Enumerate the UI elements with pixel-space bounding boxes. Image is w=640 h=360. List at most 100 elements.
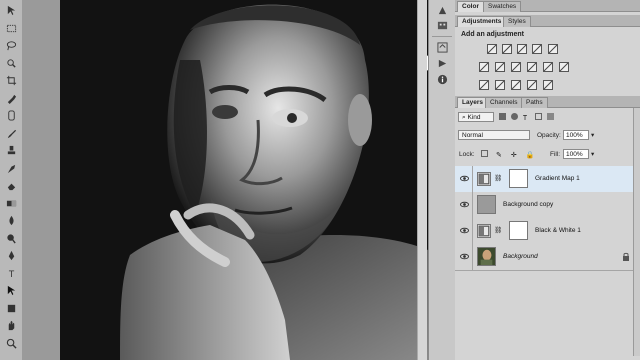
type-filter-icon[interactable]: T — [523, 115, 530, 122]
layer-mask-thumbnail[interactable] — [509, 169, 528, 188]
lock-icon — [622, 252, 630, 261]
eye-icon[interactable] — [460, 252, 469, 261]
hand-tool-icon[interactable] — [3, 319, 19, 332]
shape-tool-icon[interactable] — [3, 302, 19, 315]
lock-options: ✎ ✛ 🔒 — [481, 150, 535, 159]
layer-name: Gradient Map 1 — [535, 175, 580, 182]
layer-row[interactable]: Background copy — [455, 192, 640, 219]
tab-color[interactable]: Color — [457, 1, 484, 12]
shape-filter-icon[interactable] — [534, 113, 542, 120]
quick-select-tool-icon[interactable] — [3, 57, 19, 70]
chain-link-icon[interactable]: ⛓ — [494, 226, 502, 234]
layers-scrollbar[interactable] — [633, 108, 640, 356]
pixel-filter-icon[interactable] — [499, 113, 506, 120]
move-tool-icon[interactable] — [3, 4, 19, 17]
layer-divider — [472, 244, 473, 270]
color-panel-icon[interactable] — [434, 3, 450, 17]
document-window — [22, 0, 440, 360]
layer-row[interactable]: ⛓ Gradient Map 1 — [455, 166, 640, 193]
tab-channels[interactable]: Channels — [485, 97, 523, 108]
swatches-panel-icon[interactable] — [434, 18, 450, 32]
tab-adjustments[interactable]: Adjustments — [457, 16, 507, 27]
layer-name: Background — [503, 253, 538, 260]
fill-dropdown-icon[interactable]: ▾ — [591, 150, 594, 158]
eyedropper-tool-icon[interactable] — [3, 92, 19, 105]
opacity-field[interactable]: 100% — [563, 130, 589, 140]
color-balance-icon[interactable] — [495, 62, 505, 72]
fill-field[interactable]: 100% — [563, 149, 589, 159]
info-panel-icon[interactable] — [434, 72, 450, 86]
photo-filter-icon[interactable] — [527, 62, 537, 72]
adjustment-layer-icon — [477, 224, 491, 238]
adjustment-layer-icon — [477, 172, 491, 186]
eraser-tool-icon[interactable] — [3, 179, 19, 192]
eye-icon[interactable] — [460, 200, 469, 209]
adjustment-filter-icon[interactable] — [510, 113, 518, 120]
exposure-icon[interactable] — [532, 44, 542, 54]
levels-icon[interactable] — [502, 44, 512, 54]
clone-stamp-tool-icon[interactable] — [3, 144, 19, 157]
actions-panel-icon[interactable] — [434, 56, 450, 70]
eye-icon[interactable] — [460, 174, 469, 183]
path-select-tool-icon[interactable] — [3, 284, 19, 297]
opacity-label: Opacity: — [537, 132, 561, 139]
selective-color-icon[interactable] — [543, 80, 553, 90]
tab-styles[interactable]: Styles — [503, 16, 531, 27]
layer-row[interactable]: ⛓ Black & White 1 — [455, 218, 640, 245]
hue-saturation-icon[interactable] — [479, 62, 489, 72]
lock-all-icon[interactable]: 🔒 — [526, 152, 535, 159]
channel-mixer-icon[interactable] — [543, 62, 553, 72]
filter-kind-select[interactable]: ⌕ Kind — [458, 112, 494, 122]
lock-label: Lock: — [459, 151, 475, 158]
layers-panel: Layers Channels Paths ⌕ Kind T Normal Op… — [455, 96, 640, 360]
history-brush-tool-icon[interactable] — [3, 162, 19, 175]
crop-tool-icon[interactable] — [3, 74, 19, 87]
svg-text:T: T — [8, 269, 14, 279]
brightness-contrast-icon[interactable] — [487, 44, 497, 54]
opacity-dropdown-icon[interactable]: ▾ — [591, 131, 594, 139]
canvas-scrollbar[interactable] — [417, 0, 427, 360]
vibrance-icon[interactable] — [548, 44, 558, 54]
blend-mode-select[interactable]: Normal — [458, 130, 530, 140]
lasso-tool-icon[interactable] — [3, 39, 19, 52]
adjustments-title: Add an adjustment — [461, 31, 525, 38]
layer-divider — [472, 192, 473, 218]
layer-row[interactable]: Background — [455, 244, 640, 271]
pen-tool-icon[interactable] — [3, 249, 19, 262]
layer-thumbnail[interactable] — [477, 247, 496, 266]
lock-position-icon[interactable]: ✛ — [511, 152, 518, 159]
tab-layers[interactable]: Layers — [457, 97, 488, 108]
threshold-icon[interactable] — [511, 80, 521, 90]
smart-object-filter-icon[interactable] — [546, 113, 554, 120]
panel-dock — [428, 0, 456, 360]
portrait-photo — [60, 0, 428, 360]
tab-paths[interactable]: Paths — [521, 97, 548, 108]
tab-swatches[interactable]: Swatches — [483, 1, 522, 12]
history-panel-icon[interactable] — [434, 40, 450, 54]
healing-brush-tool-icon[interactable] — [3, 109, 19, 122]
layer-name: Black & White 1 — [535, 227, 581, 234]
black-white-icon[interactable] — [511, 62, 521, 72]
blur-tool-icon[interactable] — [3, 214, 19, 227]
marquee-tool-icon[interactable] — [3, 22, 19, 35]
invert-icon[interactable] — [479, 80, 489, 90]
dodge-tool-icon[interactable] — [3, 232, 19, 245]
chain-link-icon[interactable]: ⛓ — [494, 174, 502, 182]
gradient-tool-icon[interactable] — [3, 197, 19, 210]
lock-image-icon[interactable]: ✎ — [496, 152, 503, 159]
color-lookup-icon[interactable] — [559, 62, 569, 72]
eye-icon[interactable] — [460, 226, 469, 235]
gradient-map-icon[interactable] — [527, 80, 537, 90]
lock-transparent-icon[interactable] — [481, 150, 488, 157]
layer-mask-thumbnail[interactable] — [509, 221, 528, 240]
layer-thumbnail[interactable] — [477, 195, 496, 214]
panels-column: Color Swatches Adjustments Styles Add an… — [455, 0, 640, 360]
layer-divider — [472, 166, 473, 192]
layer-divider — [472, 218, 473, 244]
posterize-icon[interactable] — [495, 80, 505, 90]
zoom-tool-icon[interactable] — [3, 337, 19, 350]
brush-tool-icon[interactable] — [3, 127, 19, 140]
document-canvas[interactable] — [60, 0, 428, 360]
type-tool-icon[interactable]: T — [3, 267, 19, 280]
curves-icon[interactable] — [517, 44, 527, 54]
